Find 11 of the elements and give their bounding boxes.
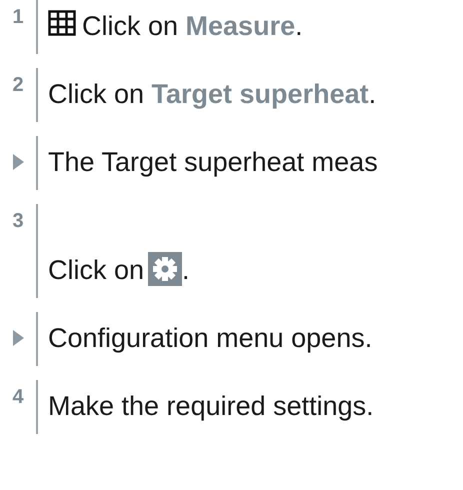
instruction-text: . <box>182 254 190 286</box>
step-number: 4 <box>12 386 24 410</box>
step-number: 3 <box>12 210 24 234</box>
step-number: 2 <box>12 74 24 98</box>
instruction-text: Click on Target superheat. <box>48 78 376 110</box>
result-text: Configuration menu opens. <box>48 322 372 354</box>
instruction-text: Make the required settings. <box>48 390 374 422</box>
result-text: The Target superheat meas <box>48 146 378 178</box>
instruction-text: Click on Measure. <box>82 10 303 42</box>
step-number: 1 <box>12 6 24 30</box>
instruction-text: Click on <box>48 254 144 286</box>
